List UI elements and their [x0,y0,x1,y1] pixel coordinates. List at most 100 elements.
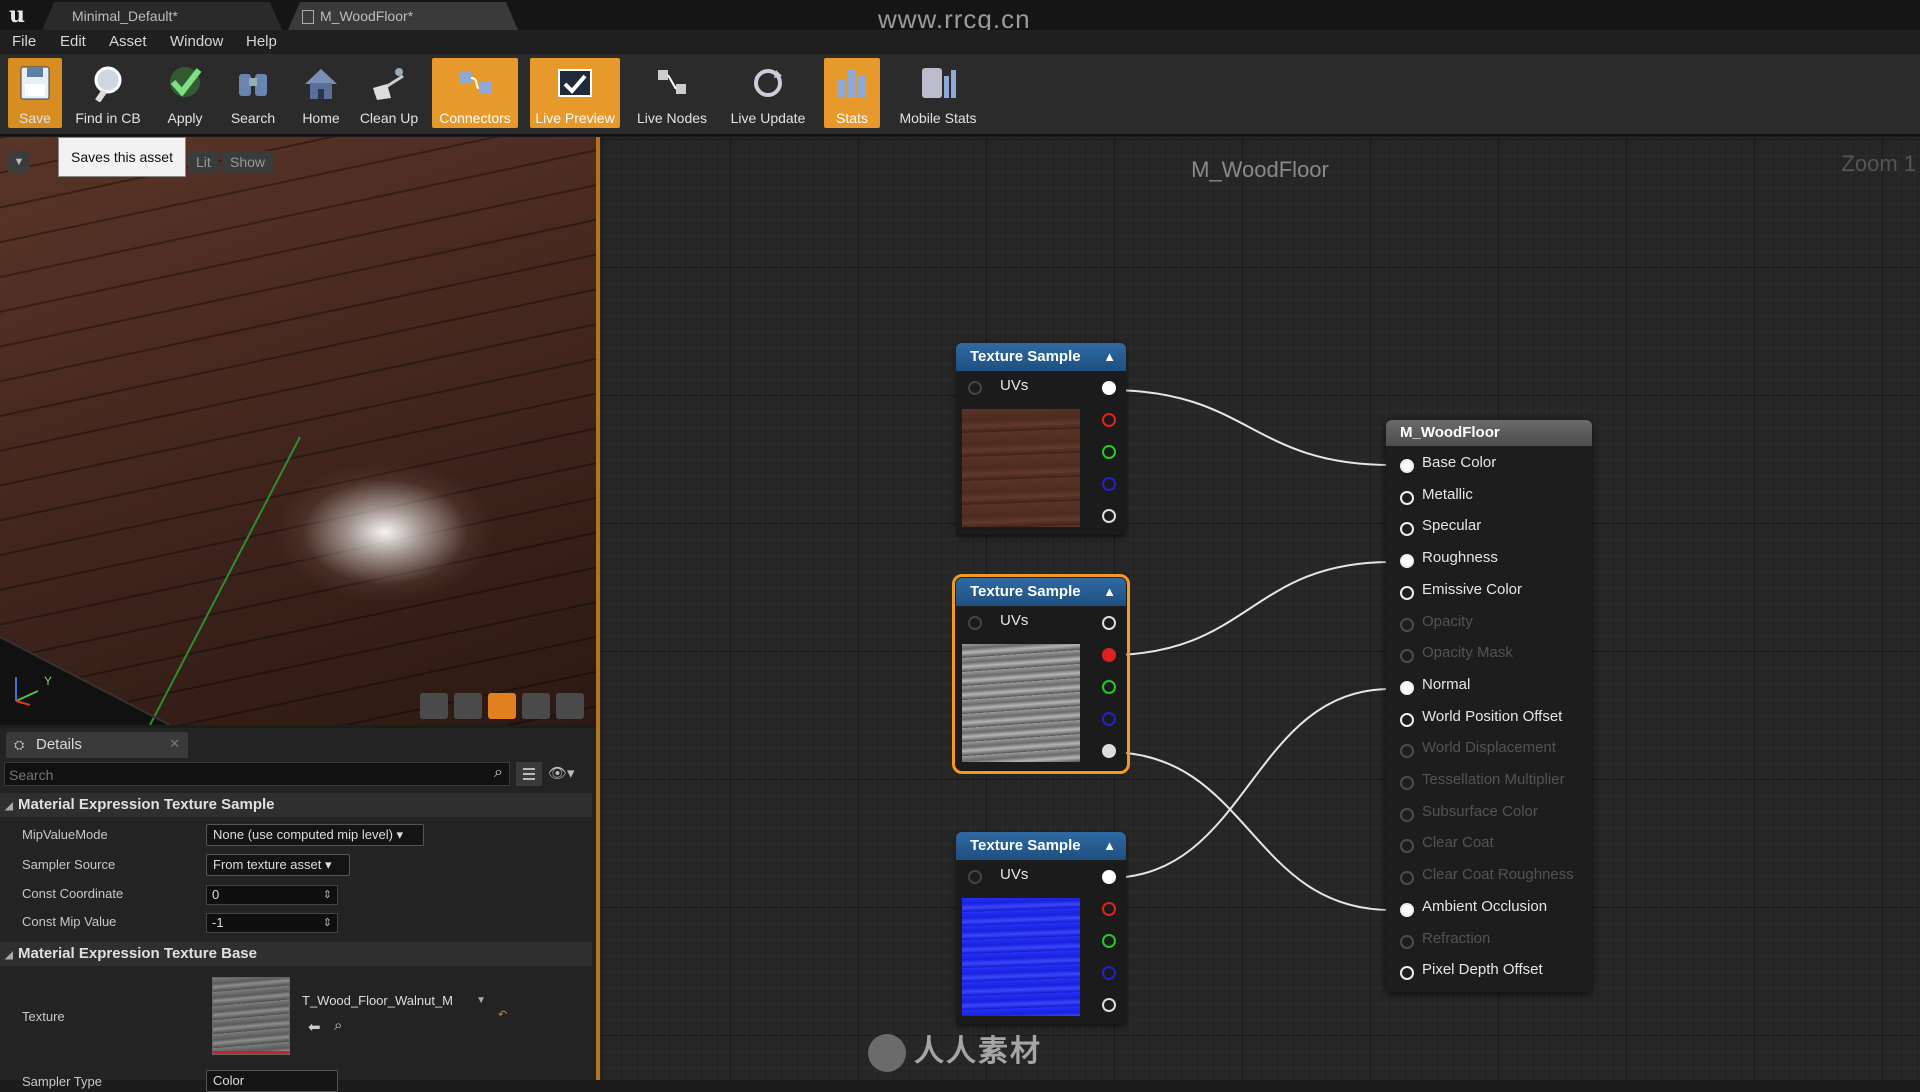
b-output-pin[interactable] [1102,477,1116,491]
r-output-pin[interactable] [1102,648,1116,662]
uvs-input-pin[interactable] [968,616,982,630]
show-button[interactable]: Show [222,151,274,173]
input-pin[interactable] [1400,585,1414,600]
find-in-cb-button[interactable]: Find in CB [70,58,146,128]
b-output-pin[interactable] [1102,966,1116,980]
node-header[interactable]: Texture Sample ▲ [956,578,1126,606]
input-label: World Position Offset [1422,707,1563,725]
section-texture-base[interactable]: ◢ Material Expression Texture Base [0,942,592,966]
title-bar: u Minimal_Default* M_WoodFloor* www.rrcg… [0,0,1920,34]
mobile-stats-button[interactable]: Mobile Stats [890,58,986,128]
rgb-output-pin[interactable] [1102,870,1116,884]
section-texture-sample[interactable]: ◢ Material Expression Texture Sample [0,793,592,817]
node-header[interactable]: Texture Sample ▲ [956,832,1126,860]
live-preview-label: Live Preview [535,110,615,126]
close-icon[interactable]: ✕ [169,736,180,752]
g-output-pin[interactable] [1102,445,1116,459]
prop-label-sampler-source: Sampler Source [22,857,116,872]
a-output-pin[interactable] [1102,509,1116,523]
r-output-pin[interactable] [1102,413,1116,427]
rgb-output-pin[interactable] [1102,616,1116,630]
preview-plane-button[interactable] [488,693,516,719]
live-preview-icon [558,69,592,97]
texture-preview-roughness [962,644,1080,762]
input-pin[interactable] [1400,490,1414,505]
mipvaluemode-dropdown[interactable]: None (use computed mip level) ▾ [206,824,424,846]
a-output-pin[interactable] [1102,998,1116,1012]
live-update-button[interactable]: Live Update [724,58,812,128]
a-output-pin[interactable] [1102,744,1116,758]
const-coordinate-field[interactable]: 0 ⇕ [206,885,338,905]
details-tab[interactable]: ⛭ Details ✕ [6,732,188,758]
input-pin[interactable] [1400,554,1414,569]
material-preview-viewport[interactable]: ▼ Lit Show Y [0,137,600,725]
input-pin[interactable] [1400,902,1414,917]
collapse-icon[interactable]: ▲ [1103,343,1116,371]
input-pin[interactable] [1400,966,1414,981]
prop-label-mipvaluemode: MipValueMode [22,827,108,842]
preview-teapot-button[interactable] [556,693,584,719]
node-header[interactable]: Texture Sample ▲ [956,343,1126,371]
const-mip-value-field[interactable]: -1 ⇕ [206,913,338,933]
sampler-source-dropdown[interactable]: From texture asset ▾ [206,854,350,876]
uvs-input-pin[interactable] [968,870,982,884]
home-label: Home [302,110,340,126]
eye-icon[interactable]: 👁▾ [548,764,575,782]
live-update-label: Live Update [730,110,806,126]
collapse-icon[interactable]: ▲ [1103,832,1116,860]
search-button[interactable]: Search [222,58,284,128]
menu-edit[interactable]: Edit [60,33,86,50]
input-pin[interactable] [1400,522,1414,537]
preview-cylinder-button[interactable] [420,693,448,719]
sampler-type-dropdown[interactable]: Color [206,1070,338,1092]
input-label: Opacity Mask [1422,644,1513,662]
menu-window[interactable]: Window [170,33,223,50]
menu-help[interactable]: Help [246,33,277,50]
spin-icon: ⇕ [322,917,332,929]
menu-file[interactable]: File [12,33,36,50]
list-view-button[interactable] [516,762,542,786]
r-output-pin[interactable] [1102,902,1116,916]
lit-button[interactable]: Lit [188,151,219,173]
tab-minimal-default[interactable]: Minimal_Default* [42,2,282,30]
search-input[interactable] [5,763,471,787]
field-value: -1 [212,915,224,930]
preview-cube-button[interactable] [522,693,550,719]
apply-button[interactable]: Apply [158,58,212,128]
collapse-icon[interactable]: ▲ [1103,578,1116,606]
save-button[interactable]: Save [8,58,62,128]
uvs-input-pin[interactable] [968,381,982,395]
unreal-logo-icon[interactable]: u [4,2,30,28]
viewport-options-dropdown[interactable]: ▼ [8,151,30,173]
texture-sample-node-2[interactable]: Texture Sample ▲ UVs [952,574,1130,774]
g-output-pin[interactable] [1102,680,1116,694]
material-result-node[interactable]: M_WoodFloor Base Color Metallic Specular Ro… [1386,420,1592,992]
texture-sample-node-3[interactable]: Texture Sample ▲ UVs [956,832,1126,1024]
preview-sphere-button[interactable] [454,693,482,719]
home-button[interactable]: Home [294,58,348,128]
rgb-output-pin[interactable] [1102,381,1116,395]
live-nodes-button[interactable]: Live Nodes [630,58,714,128]
live-nodes-label: Live Nodes [636,110,708,126]
texture-asset-picker[interactable]: T_Wood_Floor_Walnut_M ▼ [298,990,490,1012]
input-pin[interactable] [1400,680,1414,695]
live-preview-button[interactable]: Live Preview [530,58,620,128]
texture-thumbnail[interactable] [212,977,290,1055]
input-label: Refraction [1422,929,1491,947]
g-output-pin[interactable] [1102,934,1116,948]
input-pin [1400,649,1414,664]
tab-m-woodfloor[interactable]: M_WoodFloor* [288,2,518,30]
texture-sample-node-1[interactable]: Texture Sample ▲ UVs [956,343,1126,535]
input-pin[interactable] [1400,712,1414,727]
material-graph[interactable]: M_WoodFloor Zoom 1 [600,137,1920,1080]
stats-button[interactable]: Stats [824,58,880,128]
input-pin[interactable] [1400,459,1414,473]
reset-to-default-icon[interactable]: ↶ [498,1008,507,1021]
use-selected-arrow-icon[interactable]: ⬅ [308,1018,321,1036]
b-output-pin[interactable] [1102,712,1116,726]
clean-up-button[interactable]: Clean Up [356,58,422,128]
connectors-button[interactable]: Connectors [432,58,518,128]
menu-asset[interactable]: Asset [109,33,147,50]
browse-search-icon[interactable]: ⌕ [334,1017,342,1034]
result-node-header[interactable]: M_WoodFloor [1386,420,1592,446]
